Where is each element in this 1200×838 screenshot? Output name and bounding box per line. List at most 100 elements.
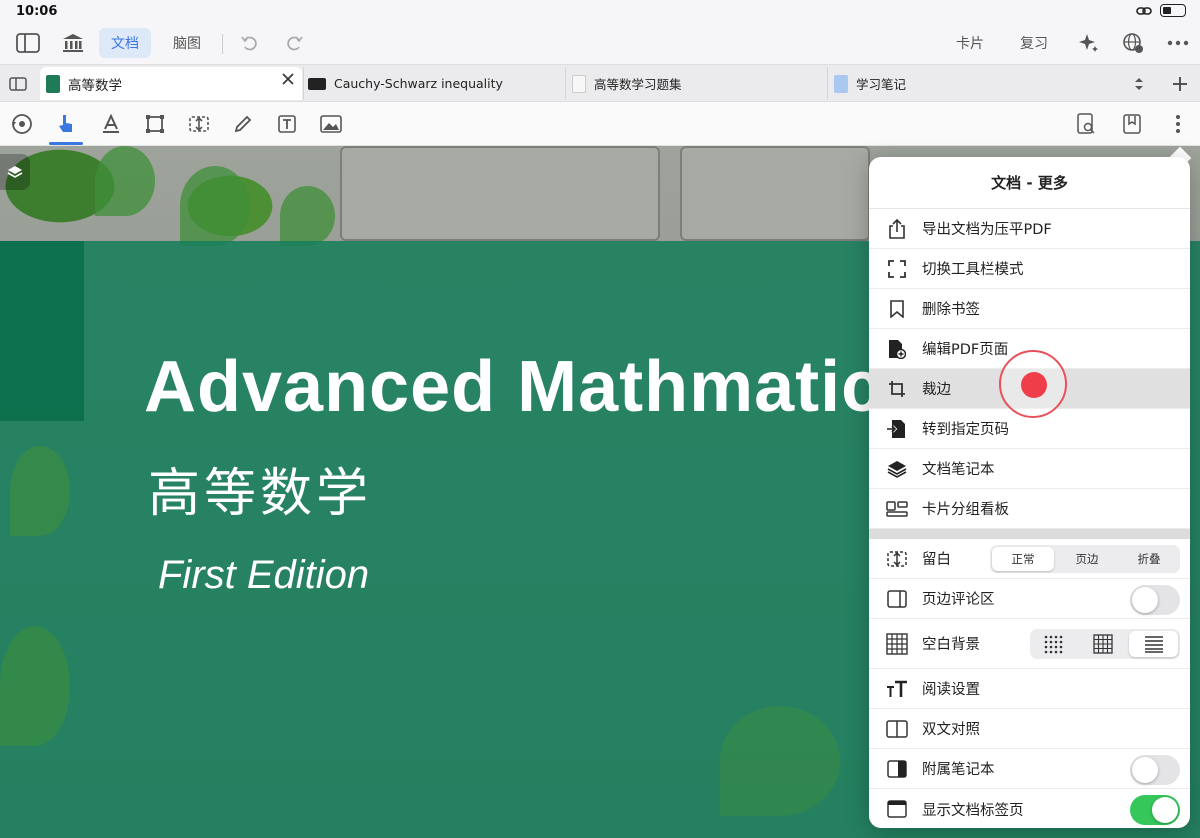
sidebar-toggle-icon[interactable] [14, 28, 42, 58]
menu-delete-bookmark[interactable]: 删除书签 [869, 289, 1190, 329]
textbox-icon[interactable] [273, 110, 301, 138]
menu-label: 裁边 [922, 382, 951, 398]
goto-page-icon [884, 418, 910, 440]
popover-title: 文档 - 更多 [869, 157, 1190, 209]
margin-option-page-edge[interactable]: 页边 [1056, 545, 1118, 573]
menu-label: 导出文档为压平PDF [922, 222, 1052, 238]
bookmark-icon [884, 298, 910, 320]
top-toolbar: 文档 脑图 卡片 复习 [0, 24, 1200, 64]
tab-study-notes[interactable]: 学习笔记 [827, 67, 1089, 100]
menu-label: 编辑PDF页面 [922, 342, 1009, 358]
split-view-icon[interactable] [6, 67, 30, 100]
status-bar: 10:06 [0, 0, 1200, 24]
pencil-icon[interactable] [229, 110, 257, 138]
tab-cauchy-schwarz[interactable]: Cauchy-Schwarz inequality [303, 67, 565, 100]
margin-segmented-control: 正常 页边 折叠 [990, 545, 1180, 573]
segment-document[interactable]: 文档 [99, 28, 151, 58]
link-icon [1136, 6, 1152, 15]
window-tabs-icon [884, 798, 910, 820]
menu-label: 转到指定页码 [922, 422, 1009, 438]
text-highlight-icon[interactable] [97, 110, 125, 138]
leaf [180, 166, 250, 246]
hand-pointer-icon[interactable] [52, 110, 80, 138]
vertical-more-icon[interactable] [1164, 110, 1192, 138]
undo-icon[interactable] [238, 28, 262, 58]
section-separator [869, 529, 1190, 539]
segment-mindmap[interactable]: 脑图 [164, 28, 210, 58]
annotation-toolbar [0, 102, 1200, 146]
menu-export-flattened-pdf[interactable]: 导出文档为压平PDF [869, 209, 1190, 249]
tab-exercises[interactable]: 高等数学习题集 [565, 67, 827, 100]
layers-icon[interactable] [0, 154, 30, 190]
toolbar-divider [222, 34, 223, 54]
search-document-icon[interactable] [1072, 110, 1100, 138]
more-options-popover: 文档 - 更多 导出文档为压平PDF 切换工具栏模式 删除书签 编辑PDF页面 … [869, 157, 1190, 828]
bookmark-page-icon[interactable] [1118, 110, 1146, 138]
card-button[interactable]: 卡片 [950, 28, 990, 58]
document-thumbnail [834, 74, 848, 93]
margin-option-normal[interactable]: 正常 [992, 547, 1054, 571]
grid-pattern-option[interactable] [1079, 629, 1128, 659]
setting-margin-comments: 页边评论区 [869, 579, 1190, 619]
share-icon [884, 218, 910, 240]
menu-label: 卡片分组看板 [922, 502, 1009, 518]
show-tabs-toggle[interactable] [1130, 795, 1180, 825]
menu-document-notebook[interactable]: 文档笔记本 [869, 449, 1190, 489]
split-columns-icon [884, 718, 910, 740]
setting-label: 附属笔记本 [922, 762, 995, 778]
menu-label: 切换工具栏模式 [922, 262, 1024, 278]
setting-blank-background: 空白背景 [869, 619, 1190, 669]
margin-option-fold[interactable]: 折叠 [1118, 545, 1180, 573]
document-thumbnail [46, 74, 60, 93]
setting-reading[interactable]: 阅读设置 [869, 669, 1190, 709]
setting-label: 双文对照 [922, 722, 980, 738]
dots-pattern-option[interactable] [1030, 629, 1079, 659]
status-icons [1136, 4, 1186, 17]
close-icon[interactable] [282, 73, 294, 89]
setting-bilingual[interactable]: 双文对照 [869, 709, 1190, 749]
expand-icon [884, 258, 910, 280]
cover-title-english: Advanced Mathmatics [144, 347, 924, 427]
sync-icon[interactable] [8, 110, 36, 138]
menu-toggle-toolbar-mode[interactable]: 切换工具栏模式 [869, 249, 1190, 289]
margin-icon [884, 548, 910, 570]
menu-label: 文档笔记本 [922, 462, 995, 478]
attached-notebook-toggle[interactable] [1130, 755, 1180, 785]
cover-edition: First Edition [158, 553, 370, 597]
document-thumbnail [308, 77, 326, 90]
rectangle-select-icon[interactable] [141, 110, 169, 138]
web-icon[interactable] [1120, 28, 1146, 58]
tab-label: 高等数学 [68, 77, 122, 94]
tab-advanced-math[interactable]: 高等数学 [40, 67, 302, 100]
library-icon[interactable] [60, 28, 86, 58]
background-style-control [1030, 629, 1180, 659]
leaf [280, 186, 335, 246]
tab-label: 学习笔记 [856, 77, 907, 92]
setting-label: 空白背景 [922, 637, 980, 653]
setting-label: 显示文档标签页 [922, 802, 1024, 819]
menu-card-group-board[interactable]: 卡片分组看板 [869, 489, 1190, 529]
insert-space-icon[interactable] [185, 110, 213, 138]
battery-icon [1160, 4, 1186, 17]
setting-attached-notebook: 附属笔记本 [869, 749, 1190, 789]
setting-margin: 留白 正常 页边 折叠 [869, 539, 1190, 579]
review-button[interactable]: 复习 [1014, 28, 1054, 58]
document-thumbnail [572, 74, 586, 93]
add-tab-icon[interactable] [1168, 67, 1192, 100]
more-icon[interactable] [1164, 28, 1192, 58]
image-icon[interactable] [317, 110, 345, 138]
setting-show-tabs: 显示文档标签页 [869, 789, 1190, 828]
active-tool-indicator [49, 142, 83, 145]
leaf [0, 626, 70, 746]
cover-title-chinese: 高等数学 [148, 464, 373, 524]
notebook-panel-icon [884, 758, 910, 780]
setting-label: 页边评论区 [922, 592, 995, 608]
margin-comments-toggle[interactable] [1130, 585, 1180, 615]
text-size-icon [884, 678, 910, 700]
lines-pattern-option[interactable] [1129, 631, 1179, 657]
board-icon [884, 498, 910, 520]
redo-icon[interactable] [282, 28, 306, 58]
sparkle-icon[interactable] [1076, 28, 1102, 58]
edit-page-icon [884, 338, 910, 360]
tab-sort-icon[interactable] [1128, 67, 1150, 100]
